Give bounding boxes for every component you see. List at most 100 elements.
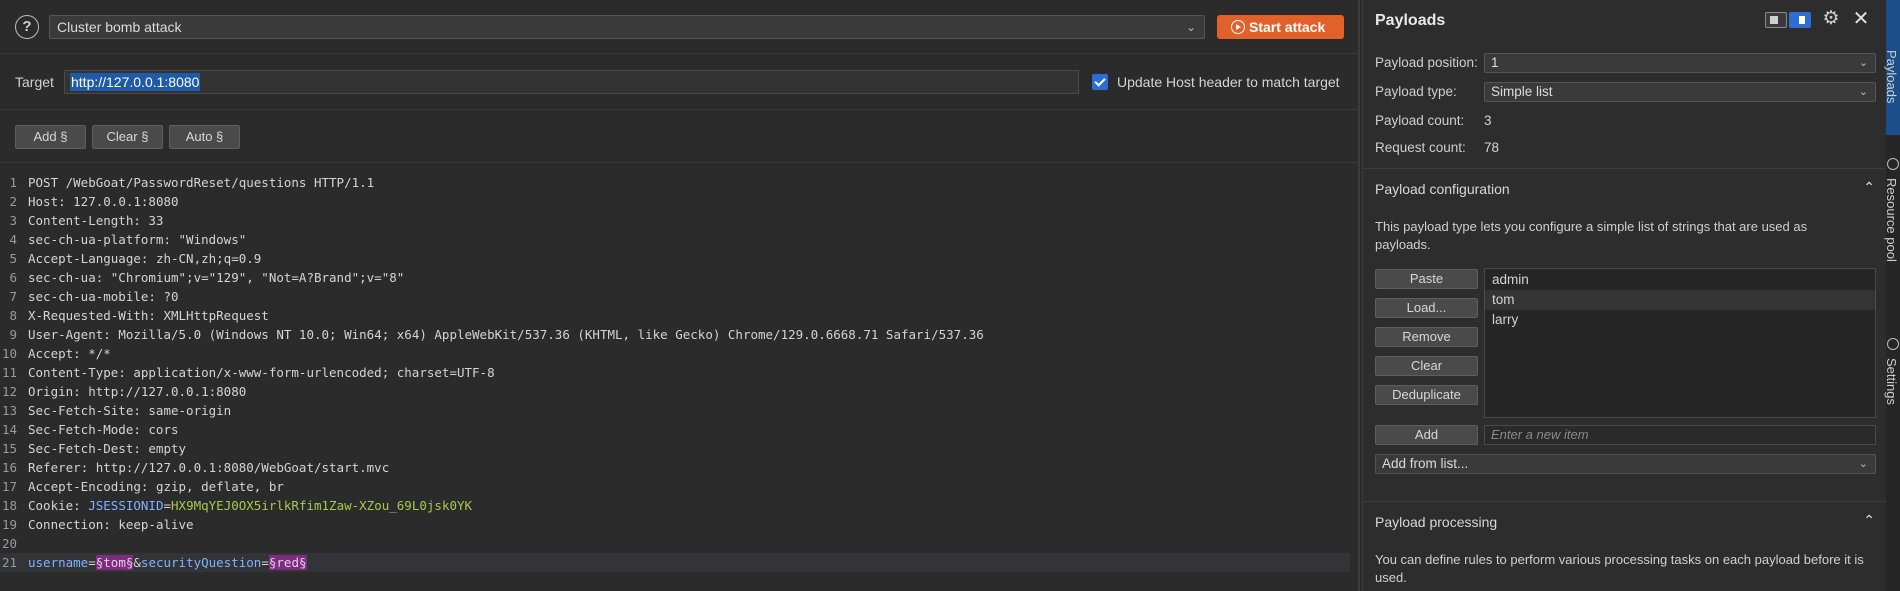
param-eq: =: [261, 555, 269, 570]
cookie-name: JSESSIONID: [88, 498, 164, 513]
line-code: Sec-Fetch-Mode: cors: [28, 420, 179, 439]
play-icon: [1231, 20, 1245, 34]
line-number: 3: [9, 213, 17, 228]
request-line: 10 Accept: */*: [0, 344, 1350, 363]
start-attack-label: Start attack: [1249, 19, 1326, 35]
start-attack-button[interactable]: Start attack: [1217, 15, 1344, 39]
header-name: sec-ch-ua-mobile: [28, 289, 149, 304]
header-name: X-Requested-With: [28, 308, 149, 323]
layout-split-icon[interactable]: [1789, 12, 1811, 28]
request-line: 4 sec-ch-ua-platform: "Windows": [0, 230, 1350, 249]
header-name: Origin: [28, 384, 74, 399]
paste-button[interactable]: Paste: [1375, 269, 1478, 289]
list-item[interactable]: tom: [1485, 290, 1875, 310]
header-name: User-Agent: [28, 327, 104, 342]
request-line: 19 Connection: keep-alive: [0, 515, 1350, 534]
line-number: 19: [1, 517, 17, 532]
side-tab-payloads[interactable]: Payloads: [1884, 0, 1900, 135]
payload-type-select[interactable]: Simple list ⌄: [1484, 82, 1876, 102]
deduplicate-button[interactable]: Deduplicate: [1375, 385, 1478, 405]
line-code: sec-ch-ua-platform: "Windows": [28, 230, 246, 249]
payload-type-label: Payload type:: [1375, 84, 1457, 99]
add-item-button[interactable]: Add: [1375, 425, 1478, 445]
payload-processing-header[interactable]: Payload processing ⌃: [1363, 501, 1887, 541]
payload-list[interactable]: admin tom larry: [1484, 268, 1876, 418]
payload-configuration-header[interactable]: Payload configuration ⌃: [1363, 168, 1887, 208]
payloads-panel: Payloads ⚙ ✕ Payload position: 1 ⌄ Paylo…: [1362, 0, 1887, 591]
line-code: Accept: */*: [28, 344, 111, 363]
line-code: POST /WebGoat/PasswordReset/questions HT…: [28, 173, 374, 192]
line-number: 18: [1, 498, 17, 513]
request-line: 5 Accept-Language: zh-CN,zh;q=0.9: [0, 249, 1350, 268]
header-value: : http://127.0.0.1:8080: [73, 384, 247, 399]
request-editor[interactable]: 1 POST /WebGoat/PasswordReset/questions H…: [0, 164, 1360, 591]
add-from-list-select[interactable]: Add from list... ⌄: [1375, 454, 1876, 474]
close-icon[interactable]: ✕: [1851, 9, 1871, 29]
payloads-title: Payloads: [1375, 12, 1446, 29]
chevron-down-icon: ⌄: [1858, 57, 1868, 69]
side-tab-resource-pool[interactable]: Resource pool: [1884, 178, 1899, 262]
line-code: Accept-Language: zh-CN,zh;q=0.9: [28, 249, 261, 268]
clear-button[interactable]: Clear: [1375, 356, 1478, 376]
help-icon[interactable]: ?: [15, 15, 39, 39]
header-value: : http://127.0.0.1:8080/WebGoat/start.mv…: [80, 460, 390, 475]
header-name: Accept-Language: [28, 251, 141, 266]
line-number: 9: [9, 327, 17, 342]
payload-position-value: 1: [1491, 55, 1499, 70]
target-label: Target: [15, 74, 54, 90]
auto-marker-button[interactable]: Auto §: [169, 125, 240, 149]
side-tab-payloads-label: Payloads: [1884, 50, 1899, 104]
target-value: http://127.0.0.1:8080: [70, 73, 201, 91]
add-marker-button[interactable]: Add §: [15, 125, 86, 149]
line-number: 2: [9, 194, 17, 209]
line-code: Accept-Encoding: gzip, deflate, br: [28, 477, 284, 496]
line-code: Referer: http://127.0.0.1:8080/WebGoat/s…: [28, 458, 389, 477]
line-code: sec-ch-ua-mobile: ?0: [28, 287, 179, 306]
header-value: : application/x-www-form-urlencoded; cha…: [118, 365, 495, 380]
request-body-line: 21 username=§tom§&securityQuestion=§red§: [0, 553, 1350, 572]
header-value: : gzip, deflate, br: [140, 479, 284, 494]
request-line: 1 POST /WebGoat/PasswordReset/questions H…: [0, 173, 1350, 192]
remove-button[interactable]: Remove: [1375, 327, 1478, 347]
request-line: 14 Sec-Fetch-Mode: cors: [0, 420, 1350, 439]
update-host-checkbox[interactable]: [1092, 74, 1108, 90]
request-line: 18 Cookie: JSESSIONID=HX9MqYEJ0OX5irlkRfi…: [0, 496, 1350, 515]
list-item[interactable]: larry: [1485, 310, 1875, 330]
payload-processing-description: You can define rules to perform various …: [1375, 552, 1864, 585]
cookie-eq: =: [163, 498, 172, 513]
chevron-up-icon[interactable]: ⌃: [1863, 512, 1875, 529]
header-value: : */*: [73, 346, 111, 361]
line-number: 20: [1, 536, 17, 551]
param-name: username: [28, 555, 89, 570]
line-number: 21: [1, 555, 17, 570]
line-code: sec-ch-ua: "Chromium";v="129", "Not=A?Br…: [28, 268, 404, 287]
payload-count-label: Payload count:: [1375, 113, 1465, 128]
payload-position-select[interactable]: 1 ⌄: [1484, 53, 1876, 73]
chevron-up-icon[interactable]: ⌃: [1863, 179, 1875, 196]
request-line: 13 Sec-Fetch-Site: same-origin: [0, 401, 1350, 420]
line-number: 11: [1, 365, 17, 380]
clear-marker-button[interactable]: Clear §: [92, 125, 163, 149]
attack-type-select[interactable]: Cluster bomb attack ⌄: [49, 15, 1205, 39]
payload-marker: §tom§: [95, 555, 134, 570]
positions-pane: ? Cluster bomb attack ⌄ Start attack Tar…: [0, 0, 1360, 591]
request-line: 15 Sec-Fetch-Dest: empty: [0, 439, 1350, 458]
marker-button-bar: Add § Clear § Auto §: [0, 111, 1360, 163]
load-button[interactable]: Load...: [1375, 298, 1478, 318]
target-input[interactable]: http://127.0.0.1:8080: [64, 70, 1079, 94]
new-item-input[interactable]: Enter a new item: [1484, 425, 1876, 445]
gear-icon[interactable]: ⚙: [1821, 9, 1841, 29]
header-name: Cookie: [28, 498, 74, 513]
line-code: Sec-Fetch-Dest: empty: [28, 439, 186, 458]
request-line: 12 Origin: http://127.0.0.1:8080: [0, 382, 1350, 401]
side-tab-settings[interactable]: Settings: [1884, 358, 1899, 405]
list-item[interactable]: admin: [1485, 270, 1875, 290]
side-tab-strip: Payloads Resource pool Settings: [1884, 0, 1900, 591]
payload-processing-title: Payload processing: [1375, 514, 1498, 530]
layout-stacked-icon[interactable]: [1765, 12, 1787, 28]
target-bar: Target http://127.0.0.1:8080 Update Host…: [0, 55, 1360, 110]
header-name: Host: [28, 194, 59, 209]
header-value: : XMLHttpRequest: [148, 308, 269, 323]
pane-divider[interactable]: [1358, 0, 1360, 591]
header-value: : "Chromium";v="129", "Not=A?Brand";v="8…: [95, 270, 405, 285]
